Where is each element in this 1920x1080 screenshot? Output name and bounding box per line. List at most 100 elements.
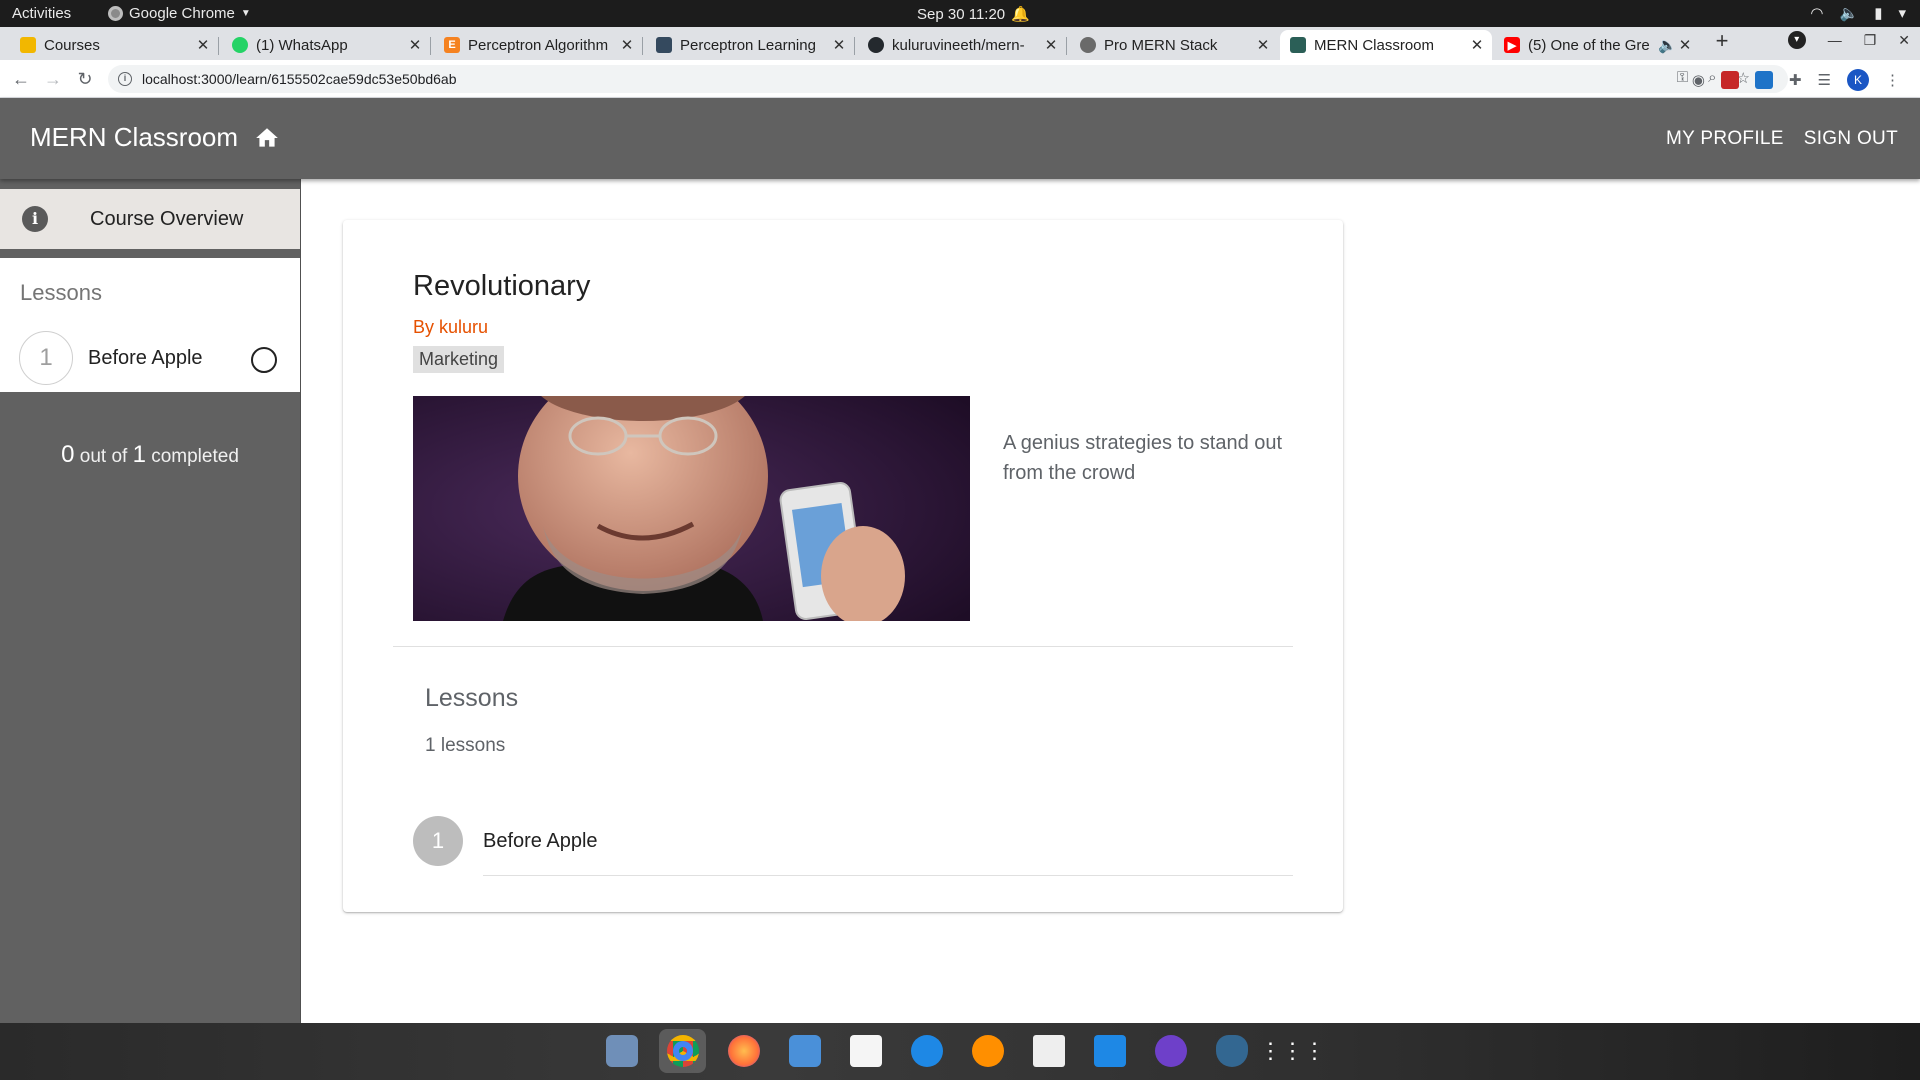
postgres-app-icon[interactable] bbox=[1208, 1029, 1255, 1073]
tab-title: Pro MERN Stack bbox=[1104, 36, 1218, 54]
close-icon[interactable]: ✕ bbox=[830, 36, 848, 54]
course-overview-item[interactable]: i Course Overview bbox=[0, 189, 300, 249]
drawer-lesson-item[interactable]: 1 Before Apple bbox=[0, 330, 300, 386]
extension-blue-icon[interactable] bbox=[1754, 71, 1773, 89]
browser-tab[interactable]: Courses ✕ bbox=[10, 30, 219, 60]
app-menu[interactable]: Google Chrome ▼ bbox=[108, 5, 251, 22]
tab-title: MERN Classroom bbox=[1314, 36, 1435, 54]
close-icon[interactable]: ✕ bbox=[406, 36, 424, 54]
drawer-lessons-heading: Lessons bbox=[20, 280, 102, 305]
close-icon[interactable]: ✕ bbox=[1042, 36, 1060, 54]
tab-separator bbox=[1066, 37, 1067, 55]
caret-down-icon: ▾ bbox=[1898, 5, 1906, 22]
forward-arrow-icon[interactable]: → bbox=[42, 68, 64, 90]
system-tray[interactable]: ◠ 🔈 ▮ ▾ bbox=[1810, 4, 1906, 22]
back-arrow-icon[interactable]: ← bbox=[10, 68, 32, 90]
battery-icon: ▮ bbox=[1874, 5, 1883, 22]
tab-separator bbox=[430, 37, 431, 55]
progress-suffix: completed bbox=[151, 446, 239, 467]
tab-title: Courses bbox=[44, 36, 100, 54]
books-app-icon[interactable] bbox=[964, 1029, 1011, 1073]
close-icon[interactable]: ✕ bbox=[194, 36, 212, 54]
browser-tab[interactable]: E Perceptron Algorithm ✕ bbox=[434, 30, 643, 60]
lessons-heading: Lessons bbox=[425, 684, 519, 712]
notification-bell-icon: 🔔 bbox=[1011, 6, 1030, 23]
reload-icon[interactable]: ↻ bbox=[74, 68, 96, 90]
progress-summary: 0 out of 1 completed bbox=[0, 441, 300, 469]
notes-app-icon[interactable] bbox=[1025, 1029, 1072, 1073]
home-icon[interactable] bbox=[254, 125, 280, 151]
address-bar[interactable]: i localhost:3000/learn/6155502cae59dc53e… bbox=[108, 65, 1788, 93]
tab-title: (1) WhatsApp bbox=[256, 36, 348, 54]
tab-title: kuluruvineeth/mern- bbox=[892, 36, 1025, 54]
tab-search-icon[interactable]: ▾ bbox=[1787, 31, 1806, 49]
classroom-favicon-icon bbox=[20, 37, 36, 53]
total-count: 1 bbox=[132, 441, 146, 468]
files-app-icon[interactable] bbox=[781, 1029, 828, 1073]
section-divider bbox=[393, 646, 1293, 647]
key-icon[interactable]: ⚿ bbox=[1677, 69, 1688, 87]
firefox-app-icon[interactable] bbox=[720, 1029, 767, 1073]
whatsapp-favicon-icon bbox=[232, 37, 248, 53]
tab-separator bbox=[854, 37, 855, 55]
restore-icon[interactable]: ❐ bbox=[1864, 32, 1877, 49]
text-editor-app-icon[interactable] bbox=[842, 1029, 889, 1073]
browser-tab[interactable]: ▶ (5) One of the Gre 🔈 ✕ bbox=[1494, 30, 1700, 60]
volume-icon: 🔈 bbox=[1839, 5, 1859, 22]
extensions-area: ◉ ✚ ☰ K ⋮ bbox=[1692, 69, 1900, 91]
browser-tab[interactable]: Pro MERN Stack ✕ bbox=[1070, 30, 1278, 60]
chrome-icon bbox=[108, 6, 123, 21]
lesson-list-item[interactable]: 1 Before Apple bbox=[413, 816, 1293, 866]
app-grid-icon[interactable]: ⋮⋮⋮ bbox=[1260, 1029, 1326, 1073]
close-icon[interactable]: ✕ bbox=[1676, 36, 1694, 54]
article-favicon-icon: E bbox=[444, 37, 460, 53]
url-text: localhost:3000/learn/6155502cae59dc53e50… bbox=[142, 71, 457, 87]
activities-button[interactable]: Activities bbox=[12, 5, 71, 22]
profile-avatar[interactable]: K bbox=[1847, 69, 1869, 91]
course-card: Revolutionary By kuluru Marketing A geni… bbox=[343, 220, 1343, 912]
close-icon[interactable]: ✕ bbox=[1468, 36, 1486, 54]
tab-strip: Courses ✕ (1) WhatsApp ✕ E Perceptron Al… bbox=[0, 27, 1920, 60]
browser-tab[interactable]: kuluruvineeth/mern- ✕ bbox=[858, 30, 1067, 60]
extension-red-icon[interactable] bbox=[1720, 71, 1739, 89]
close-window-icon[interactable]: ✕ bbox=[1898, 32, 1910, 49]
lesson-number-avatar: 1 bbox=[413, 816, 463, 866]
menu-kebab-icon[interactable]: ⋮ bbox=[1885, 71, 1900, 89]
minimize-icon[interactable]: — bbox=[1828, 32, 1842, 48]
clock-text: Sep 30 11:20 bbox=[917, 5, 1006, 23]
course-author: By kuluru bbox=[413, 317, 489, 337]
app-bar: MERN Classroom MY PROFILE SIGN OUT bbox=[0, 98, 1920, 179]
course-photo-illustration bbox=[413, 396, 970, 621]
sign-out-button[interactable]: SIGN OUT bbox=[1804, 128, 1898, 150]
camera-icon[interactable]: ◉ bbox=[1692, 71, 1705, 89]
my-profile-button[interactable]: MY PROFILE bbox=[1666, 128, 1784, 150]
info-icon: i bbox=[22, 206, 48, 232]
browser-toolbar: ← → ↻ i localhost:3000/learn/6155502cae5… bbox=[0, 60, 1920, 98]
close-icon[interactable]: ✕ bbox=[1254, 36, 1272, 54]
chrome-app-icon[interactable] bbox=[659, 1029, 706, 1073]
clock[interactable]: Sep 30 11:20 🔔 bbox=[917, 5, 1030, 24]
app-nav: MY PROFILE SIGN OUT bbox=[1666, 128, 1898, 150]
screenshot-app-icon[interactable] bbox=[598, 1029, 645, 1073]
lesson-divider bbox=[483, 875, 1293, 876]
dock: ⋮⋮⋮ bbox=[0, 1023, 1920, 1080]
window-controls: ▾ — ❐ ✕ bbox=[1787, 31, 1910, 49]
browser-tab-active[interactable]: MERN Classroom ✕ bbox=[1280, 30, 1492, 60]
course-overview-label: Course Overview bbox=[90, 207, 244, 230]
site-info-icon[interactable]: i bbox=[118, 72, 132, 86]
browser-tab[interactable]: Perceptron Learning ✕ bbox=[646, 30, 855, 60]
new-tab-button[interactable]: + bbox=[1710, 30, 1734, 54]
speaker-icon[interactable]: 🔈 bbox=[1658, 36, 1677, 54]
caret-down-icon: ▼ bbox=[240, 8, 251, 19]
vscode-app-icon[interactable] bbox=[1086, 1029, 1133, 1073]
lesson-title: Before Apple bbox=[88, 346, 203, 369]
wifi-icon: ◠ bbox=[1810, 5, 1824, 22]
app-store-icon[interactable] bbox=[903, 1029, 950, 1073]
reading-list-icon[interactable]: ☰ bbox=[1818, 71, 1831, 89]
puzzle-icon[interactable]: ✚ bbox=[1789, 71, 1802, 89]
close-icon[interactable]: ✕ bbox=[618, 36, 636, 54]
github-app-icon[interactable] bbox=[1147, 1029, 1194, 1073]
course-drawer: i Course Overview Lessons 1 Before Apple… bbox=[0, 179, 301, 1023]
browser-tab[interactable]: (1) WhatsApp ✕ bbox=[222, 30, 431, 60]
app-menu-label: Google Chrome bbox=[129, 5, 235, 22]
